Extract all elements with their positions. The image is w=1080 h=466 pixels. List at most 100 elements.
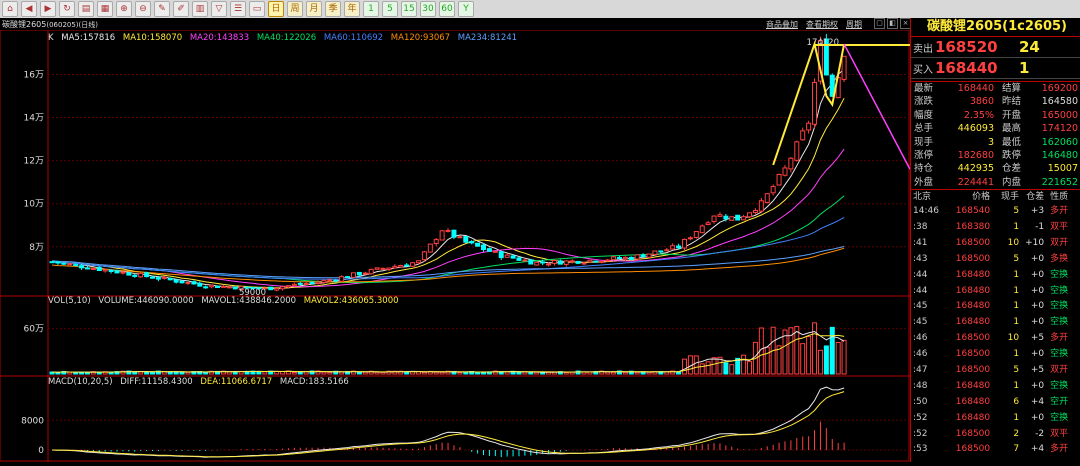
volume-bar bbox=[297, 371, 303, 375]
weekly-button[interactable]: 5 bbox=[382, 1, 398, 17]
daily-button[interactable]: 1 bbox=[363, 1, 379, 17]
tick-oi-change: +0 bbox=[1030, 412, 1045, 423]
price-axis-label: 8万 bbox=[29, 243, 44, 253]
indicator-icon[interactable]: ▥ bbox=[192, 1, 208, 17]
candle-body bbox=[179, 280, 185, 284]
maximize-icon[interactable]: ▢ bbox=[874, 18, 885, 29]
options-link[interactable]: 查看期权 bbox=[806, 19, 838, 30]
quarterly-button[interactable]: 30 bbox=[420, 1, 436, 17]
ticks-col-oi: 仓差 bbox=[1026, 192, 1045, 203]
candle-body bbox=[794, 141, 800, 161]
tick-row[interactable]: :43 168500 5 +0 多换 bbox=[911, 252, 1080, 268]
volume-bar bbox=[676, 371, 682, 375]
tick-price: 168480 bbox=[955, 380, 991, 391]
quote-value: 165000 bbox=[1041, 109, 1078, 121]
tick-oi-change: +5 bbox=[1030, 365, 1045, 376]
tick-row[interactable]: :53 168500 7 +4 多开 bbox=[911, 442, 1080, 458]
candle-body bbox=[386, 267, 392, 270]
annotation-zigzag bbox=[772, 40, 846, 166]
tick-row[interactable]: :47 168500 5 +5 双开 bbox=[911, 363, 1080, 379]
dea-label: DEA:11066.6717 bbox=[200, 377, 273, 387]
ma5-line bbox=[51, 68, 845, 290]
candle-body bbox=[540, 261, 546, 264]
custom-button[interactable]: Y bbox=[458, 1, 474, 17]
tick-row[interactable]: :41 168500 10 +10 双开 bbox=[911, 236, 1080, 252]
candle-body bbox=[108, 269, 114, 272]
list-icon[interactable]: ☰ bbox=[230, 1, 246, 17]
candle-body bbox=[309, 281, 315, 284]
refresh-icon[interactable]: ↻ bbox=[59, 1, 75, 17]
candle-body bbox=[144, 272, 150, 278]
yearly-button[interactable]: 60 bbox=[439, 1, 455, 17]
tick-row[interactable]: :46 168500 1 +0 空换 bbox=[911, 347, 1080, 363]
tick-row[interactable]: :45 168480 1 +0 空换 bbox=[911, 315, 1080, 331]
tick-row[interactable]: :52 168500 2 -2 双平 bbox=[911, 427, 1080, 443]
chart-area[interactable]: 16万 14万 12万 10万 8万 59000 174120 60万 8000 0 K MA5:… bbox=[0, 29, 911, 462]
tick-nature: 空换 bbox=[1050, 349, 1069, 360]
tick-price: 168500 bbox=[955, 253, 991, 264]
tick-row[interactable]: :44 168480 1 +0 空换 bbox=[911, 284, 1080, 300]
tick-row[interactable]: 14:46 168540 5 +3 多开 bbox=[911, 204, 1080, 220]
macd-legend: MACD(10,20,5) DIFF:11158.4300 DEA:11066.… bbox=[48, 377, 354, 387]
tick-nature: 双平 bbox=[1050, 428, 1069, 439]
volume-bar bbox=[374, 371, 380, 375]
one-min-button[interactable]: 日 bbox=[268, 1, 284, 17]
macd-axis-label: 0 bbox=[38, 446, 44, 456]
cycle-link[interactable]: 周期 bbox=[846, 19, 862, 30]
tick-row[interactable]: :52 168480 1 +0 空换 bbox=[911, 411, 1080, 427]
candle-body bbox=[226, 286, 232, 289]
tick-volume: 1 bbox=[1013, 301, 1020, 312]
candle-body bbox=[770, 185, 776, 194]
candle-body bbox=[49, 261, 55, 264]
ticks-list[interactable]: 14:46 168540 5 +3 多开:38 168380 1 -1 双平:41 168500 1… bbox=[911, 204, 1080, 458]
split-icon[interactable]: ◧ bbox=[887, 18, 898, 29]
sixty-min-button[interactable]: 年 bbox=[344, 1, 360, 17]
pen-icon[interactable]: ✐ bbox=[173, 1, 189, 17]
window-icon[interactable]: ▭ bbox=[249, 1, 265, 17]
back-icon[interactable]: ◀ bbox=[21, 1, 37, 17]
candle-body bbox=[433, 239, 439, 245]
chart-icon[interactable]: ▤ bbox=[78, 1, 94, 17]
five-min-button[interactable]: 周 bbox=[287, 1, 303, 17]
tick-nature: 空换 bbox=[1050, 380, 1069, 391]
quote-value: 169200 bbox=[1041, 83, 1078, 94]
candle-body bbox=[812, 81, 818, 125]
fifteen-min-button[interactable]: 月 bbox=[306, 1, 322, 17]
ticks-col-vol: 现手 bbox=[1001, 192, 1020, 203]
kline-chart[interactable]: 16万14万12万10万8万5900017412060万80000 bbox=[0, 29, 911, 462]
monthly-button[interactable]: 15 bbox=[401, 1, 417, 17]
tick-row[interactable]: :38 168380 1 -1 双平 bbox=[911, 220, 1080, 236]
zoom-in-icon[interactable]: ⊕ bbox=[116, 1, 132, 17]
tick-volume: 7 bbox=[1013, 444, 1020, 455]
draw-icon[interactable]: ✎ bbox=[154, 1, 170, 17]
volume-bar bbox=[149, 371, 155, 375]
quote-value: 224441 bbox=[957, 176, 994, 188]
candle-body bbox=[421, 251, 427, 261]
tick-row[interactable]: :45 168480 1 +0 空换 bbox=[911, 299, 1080, 315]
filter-icon[interactable]: ▽ bbox=[211, 1, 227, 17]
home-icon[interactable]: ⌂ bbox=[2, 1, 18, 17]
zoom-out-icon[interactable]: ⊖ bbox=[135, 1, 151, 17]
tick-volume: 1 bbox=[1013, 412, 1020, 423]
volume-bar bbox=[823, 345, 829, 375]
tick-row[interactable]: :48 168480 1 +0 空换 bbox=[911, 379, 1080, 395]
quote-value: 221652 bbox=[1041, 176, 1078, 188]
grid-icon[interactable]: ▦ bbox=[97, 1, 113, 17]
quote-table: 最新 168440 结算 169200 涨跌 3860 昨结 164580 幅度 2.35% 开盘 1… bbox=[911, 81, 1080, 189]
tick-row[interactable]: :46 168500 10 +5 多开 bbox=[911, 331, 1080, 347]
candle-body bbox=[303, 283, 309, 286]
quote-value: 3 bbox=[987, 136, 994, 148]
overlay-link[interactable]: 商品叠加 bbox=[766, 19, 798, 30]
candle-body bbox=[274, 288, 280, 291]
ma40-label: MA40:122026 bbox=[256, 33, 317, 43]
volume-bar bbox=[362, 371, 368, 375]
forward-icon[interactable]: ▶ bbox=[40, 1, 56, 17]
thirty-min-button[interactable]: 季 bbox=[325, 1, 341, 17]
volume-bar bbox=[457, 371, 463, 375]
candle-body bbox=[557, 260, 563, 265]
tick-row[interactable]: :44 168480 1 +0 空换 bbox=[911, 268, 1080, 284]
tick-row[interactable]: :50 168480 6 +4 空开 bbox=[911, 395, 1080, 411]
bid-volume: 1 bbox=[1019, 59, 1030, 77]
candle-body bbox=[481, 244, 487, 251]
candle-body bbox=[350, 272, 356, 278]
